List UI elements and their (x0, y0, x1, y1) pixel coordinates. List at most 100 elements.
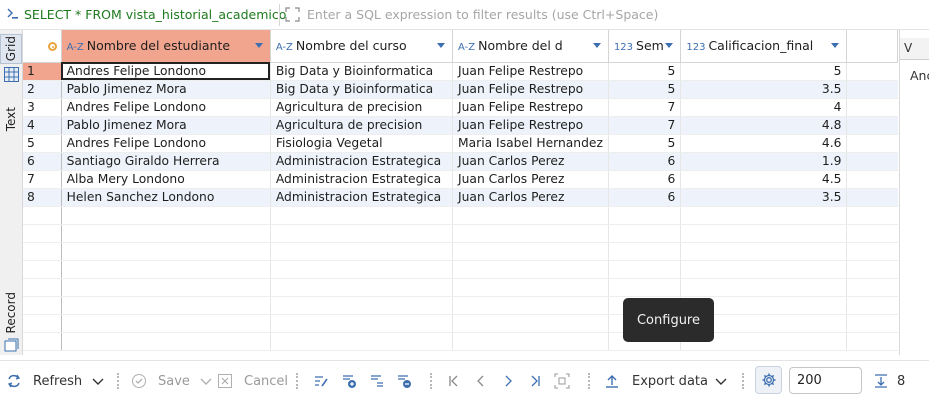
table-row[interactable]: 2 Pablo Jimenez Mora Big Data y Bioinfor… (23, 80, 898, 99)
cell-curso[interactable]: Fisiologia Vegetal (270, 134, 454, 153)
column-header-calificacion[interactable]: 123 Calificacion_final (680, 30, 848, 63)
cell-semestre[interactable]: 5 (608, 80, 682, 99)
cell-docente[interactable]: Juan Felipe Restrepo (452, 80, 609, 99)
delete-row-button[interactable] (396, 361, 412, 400)
cell-curso[interactable]: Big Data y Bioinformatica (270, 80, 454, 99)
next-page-button[interactable] (500, 361, 516, 400)
edit-row-button[interactable] (313, 361, 329, 400)
column-header-curso[interactable]: A-Z Nombre del curso (270, 30, 454, 63)
save-button[interactable]: Save (131, 361, 190, 400)
cell-curso[interactable]: Administracion Estrategica (270, 170, 454, 189)
refresh-button[interactable]: Refresh (6, 361, 82, 400)
column-header-estudiante[interactable]: A-Z Nombre del estudiante (61, 30, 271, 63)
cell-calificacion[interactable]: 1.9 (680, 152, 848, 171)
sort-arrow-icon[interactable] (437, 43, 445, 48)
sort-arrow-icon[interactable] (254, 43, 263, 48)
cell-estudiante[interactable]: Andres Felipe Londono (61, 134, 271, 153)
sort-arrow-icon[interactable] (831, 43, 840, 48)
cell-semestre[interactable]: 5 (608, 134, 682, 153)
fetch-all-button[interactable] (554, 361, 570, 400)
cell-semestre[interactable]: 6 (608, 152, 682, 171)
cell-docente[interactable]: Juan Felipe Restrepo (452, 62, 609, 81)
cell-docente[interactable]: Juan Carlos Perez (452, 188, 609, 207)
table-row[interactable]: 7 Alba Mery Londono Administracion Estra… (23, 170, 898, 189)
grid-icon[interactable] (4, 67, 19, 82)
cell-estudiante[interactable]: Pablo Jimenez Mora (61, 116, 271, 135)
result-limit-input[interactable] (789, 367, 862, 394)
cell-docente[interactable]: Juan Felipe Restrepo (452, 98, 609, 117)
filter-input[interactable] (307, 0, 907, 29)
sort-arrow-icon[interactable] (665, 43, 674, 48)
cell-calificacion[interactable]: 3.5 (680, 188, 848, 207)
row-filler (846, 98, 898, 117)
row-count-button[interactable]: 8 (873, 361, 905, 400)
cell-curso[interactable]: Administracion Estrategica (270, 152, 454, 171)
empty-row (23, 224, 898, 243)
cell-calificacion[interactable]: 4.8 (680, 116, 848, 135)
cell-docente[interactable]: Maria Isabel Hernandez (452, 134, 609, 153)
toolbar-separator (588, 373, 590, 389)
cell-estudiante[interactable]: Santiago Giraldo Herrera (61, 152, 271, 171)
cell-semestre[interactable]: 5 (608, 62, 682, 81)
table-row[interactable]: 3 Andres Felipe Londono Agricultura de p… (23, 98, 898, 117)
table-row[interactable]: 8 Helen Sanchez Londono Administracion E… (23, 188, 898, 207)
cell-curso[interactable]: Agricultura de precision (270, 98, 454, 117)
row-number[interactable]: 2 (23, 80, 62, 99)
cell-estudiante[interactable]: Pablo Jimenez Mora (61, 80, 271, 99)
first-page-button[interactable] (446, 361, 462, 400)
cell-semestre[interactable]: 7 (608, 98, 682, 117)
previous-page-button[interactable] (473, 361, 489, 400)
cell-calificacion[interactable]: 4.5 (680, 170, 848, 189)
cell-calificacion[interactable]: 5 (680, 62, 848, 81)
row-number[interactable]: 8 (23, 188, 62, 207)
cell-curso[interactable]: Agricultura de precision (270, 116, 454, 135)
save-dropdown[interactable] (198, 361, 214, 400)
cancel-button[interactable]: Cancel (217, 361, 288, 400)
cell-estudiante[interactable]: Helen Sanchez Londono (61, 188, 271, 207)
row-number[interactable]: 7 (23, 170, 62, 189)
cell-estudiante[interactable]: Andres Felipe Londono (61, 62, 271, 81)
cell-semestre[interactable]: 6 (608, 170, 682, 189)
cell-semestre[interactable]: 7 (608, 116, 682, 135)
row-number[interactable]: 4 (23, 116, 62, 135)
cell-docente[interactable]: Juan Carlos Perez (452, 170, 609, 189)
row-number[interactable]: 5 (23, 134, 62, 153)
row-number[interactable]: 3 (23, 98, 62, 117)
table-row[interactable]: 6 Santiago Giraldo Herrera Administracio… (23, 152, 898, 171)
cell-semestre[interactable]: 6 (608, 188, 682, 207)
cell-docente[interactable]: Juan Carlos Perez (452, 152, 609, 171)
cell-estudiante[interactable]: Andres Felipe Londono (61, 98, 271, 117)
record-icon[interactable] (4, 338, 19, 352)
table-row[interactable]: 5 Andres Felipe Londono Fisiologia Veget… (23, 134, 898, 153)
column-header-docente[interactable]: A-Z Nombre del d (452, 30, 609, 63)
column-header-semestre[interactable]: 123 Sem (608, 30, 682, 63)
export-dropdown[interactable] (713, 361, 729, 400)
table-row[interactable]: 4 Pablo Jimenez Mora Agricultura de prec… (23, 116, 898, 135)
table-row[interactable]: 1 Andres Felipe Londono Big Data y Bioin… (23, 62, 898, 81)
cell-calificacion[interactable]: 4 (680, 98, 848, 117)
refresh-dropdown[interactable] (90, 361, 106, 400)
cell-calificacion[interactable]: 4.6 (680, 134, 848, 153)
add-row-button[interactable] (341, 361, 357, 400)
cell-curso[interactable]: Big Data y Bioinformatica (270, 62, 454, 81)
tab-record-label: Record (4, 292, 18, 334)
cell-curso[interactable]: Administracion Estrategica (270, 188, 454, 207)
configure-button[interactable] (755, 366, 782, 394)
query-text[interactable]: SELECT * FROM vista_historial_academico (24, 7, 286, 22)
tab-record[interactable]: Record (0, 288, 22, 338)
cell-calificacion[interactable]: 3.5 (680, 80, 848, 99)
export-data-button[interactable]: Export data (604, 361, 708, 400)
cell-docente[interactable]: Juan Felipe Restrepo (452, 116, 609, 135)
copy-row-button[interactable] (369, 361, 385, 400)
row-filler (846, 134, 898, 153)
tab-grid[interactable]: Grid (0, 34, 22, 64)
expand-filter-icon[interactable] (285, 7, 300, 22)
select-all-corner[interactable] (23, 30, 62, 63)
tab-text[interactable]: Text (0, 94, 22, 144)
cell-estudiante[interactable]: Alba Mery Londono (61, 170, 271, 189)
empty-row (23, 296, 898, 315)
last-page-button[interactable] (527, 361, 543, 400)
row-number[interactable]: 6 (23, 152, 62, 171)
row-number[interactable]: 1 (23, 62, 62, 81)
sort-arrow-icon[interactable] (592, 43, 601, 48)
